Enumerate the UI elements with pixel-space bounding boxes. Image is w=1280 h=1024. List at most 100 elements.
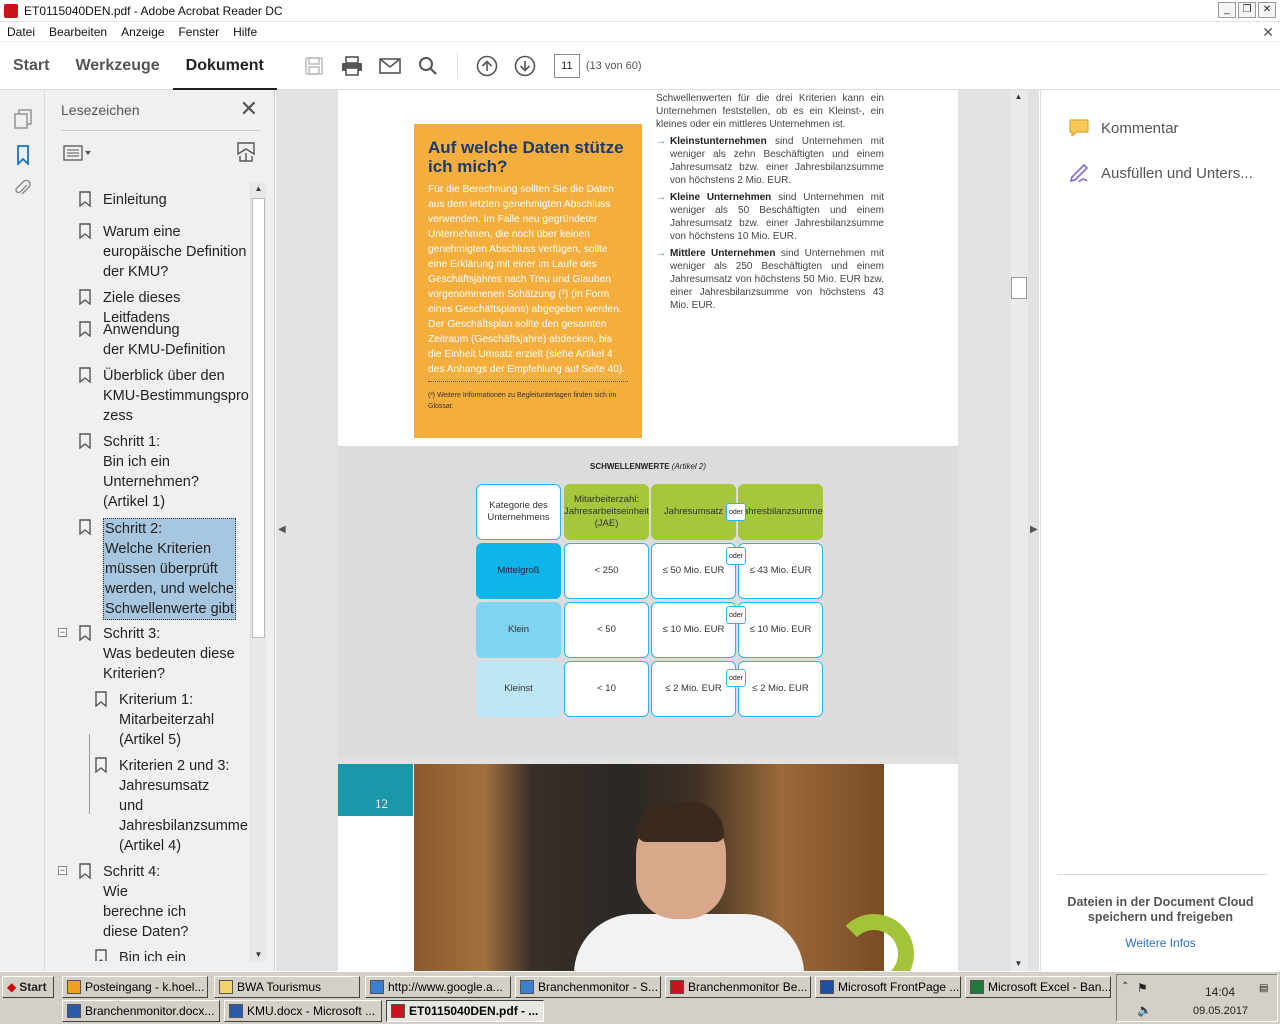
scroll-up-arrow-icon[interactable]: ▲	[252, 182, 265, 196]
menu-datei[interactable]: Datei	[0, 25, 42, 39]
tray-expand-icon[interactable]: ⌃	[1121, 981, 1129, 992]
scroll-thumb[interactable]	[1011, 277, 1027, 299]
bookmark-item[interactable]: Kriterien 2 und 3: Jahresumsatz und Jahr…	[95, 756, 248, 856]
intro-text: Schwellenwerten für die drei Kriterien k…	[656, 93, 884, 130]
bookmark-item[interactable]: Anwendung der KMU-Definition	[79, 320, 226, 360]
scroll-thumb[interactable]	[252, 198, 265, 638]
info-box: Auf welche Daten stütze ich mich? Für di…	[414, 124, 642, 438]
menu-anzeige[interactable]: Anzeige	[114, 25, 171, 39]
category-term: Kleinstunternehmen	[670, 136, 767, 147]
word-icon	[67, 1004, 81, 1018]
volume-icon[interactable]: 🔈	[1137, 1003, 1152, 1017]
taskbar-folder[interactable]: BWA Tourismus	[214, 976, 360, 998]
toolbar-divider	[456, 52, 458, 79]
taskbar-word-2[interactable]: KMU.docx - Microsoft ...	[224, 1000, 382, 1022]
row-turnover: ≤ 10 Mio. EUR	[651, 602, 736, 658]
collapse-toggle[interactable]: −	[58, 628, 67, 637]
bookmark-label: Schritt 4: Wie berechne ich diese Daten?	[103, 864, 189, 940]
clock-date: 09.05.2017	[1193, 1005, 1249, 1017]
start-button[interactable]: ◆ Start	[2, 976, 54, 998]
folder-icon	[219, 980, 233, 994]
collapse-left-panel-icon[interactable]: ◀	[278, 524, 286, 535]
taskbar-excel[interactable]: Microsoft Excel - Ban...	[965, 976, 1111, 998]
scroll-up-arrow-icon[interactable]: ▲	[1012, 90, 1025, 104]
row-balance: ≤ 10 Mio. EUR	[738, 602, 823, 658]
taskbar-label: http://www.google.a...	[388, 980, 503, 994]
page-number-input[interactable]: 11	[553, 53, 580, 78]
bookmark-item[interactable]: Schritt 3: Was bedeuten diese Kriterien?	[79, 624, 235, 684]
taskbar-label: KMU.docx - Microsoft ...	[247, 1004, 376, 1018]
more-info-link[interactable]: Weitere Infos	[1041, 936, 1280, 950]
flag-icon[interactable]: ⚑	[1137, 981, 1148, 995]
fill-sign-tool[interactable]: Ausfüllen und Unters...	[1067, 161, 1253, 185]
bookmark-label: Warum eine europäische Definition der KM…	[103, 224, 247, 280]
bookmark-item-selected[interactable]: Schritt 2: Welche Kriterien müssen überp…	[79, 518, 236, 620]
taskbar-browser[interactable]: http://www.google.a...	[365, 976, 511, 998]
search-icon[interactable]	[417, 55, 439, 77]
tab-dokument[interactable]: Dokument	[172, 42, 277, 90]
tab-werkzeuge[interactable]: Werkzeuge	[62, 42, 172, 90]
bookmark-item[interactable]: Schritt 4: Wie berechne ich diese Daten?	[79, 862, 188, 942]
scroll-down-arrow-icon[interactable]: ▼	[1012, 957, 1025, 971]
row-category: Kleinst	[476, 661, 561, 717]
bookmark-icon[interactable]	[12, 144, 34, 166]
taskbar-label: Branchenmonitor - S...	[538, 980, 659, 994]
row-staff: < 250	[564, 543, 649, 599]
mail-icon[interactable]	[379, 55, 401, 77]
menu-bearbeiten[interactable]: Bearbeiten	[42, 25, 114, 39]
close-button[interactable]: ✕	[1258, 2, 1276, 18]
toolbar: Start Werkzeuge Dokument 11 (13 von 60)	[0, 42, 1280, 90]
taskbar-outlook[interactable]: Posteingang - k.hoel...	[62, 976, 208, 998]
bookmark-item[interactable]: Schritt 1: Bin ich ein Unternehmen? (Art…	[79, 432, 199, 512]
document-scrollbar[interactable]: ▲ ▼	[1010, 90, 1028, 971]
taskbar-word-1[interactable]: Branchenmonitor.docx...	[62, 1000, 220, 1022]
page-thumbnails-icon[interactable]	[12, 108, 34, 130]
comment-tool[interactable]: Kommentar	[1067, 116, 1179, 140]
bookmark-options-icon[interactable]	[63, 144, 93, 162]
row-balance: ≤ 43 Mio. EUR	[738, 543, 823, 599]
arrow-icon: →	[656, 248, 666, 259]
collapse-toggle[interactable]: −	[58, 866, 67, 875]
bookmark-item[interactable]: Einleitung	[79, 190, 167, 210]
menu-fenster[interactable]: Fenster	[171, 25, 226, 39]
bookmark-item[interactable]: Bin ich ein	[95, 948, 186, 961]
fill-sign-label: Ausfüllen und Unters...	[1101, 164, 1253, 182]
taskbar-label: Posteingang - k.hoel...	[85, 980, 205, 994]
taskbar-ie[interactable]: Branchenmonitor - S...	[515, 976, 661, 998]
previous-page-icon[interactable]	[476, 55, 498, 77]
bookmark-icon	[79, 321, 91, 337]
row-category: Klein	[476, 602, 561, 658]
expand-bookmark-icon[interactable]	[234, 140, 258, 164]
save-icon[interactable]	[303, 55, 325, 77]
chef-photo	[414, 764, 914, 971]
scroll-down-arrow-icon[interactable]: ▼	[252, 948, 265, 962]
bookmarks-scrollbar[interactable]: ▲ ▼	[250, 182, 266, 962]
bookmark-item[interactable]: Warum eine europäische Definition der KM…	[79, 222, 246, 282]
bookmark-item[interactable]: Kriterium 1: Mitarbeiterzahl (Artikel 5)	[95, 690, 214, 750]
acrobat-icon	[670, 980, 684, 994]
attachment-icon[interactable]	[12, 178, 34, 200]
print-icon[interactable]	[341, 55, 363, 77]
bookmark-icon	[79, 367, 91, 383]
bookmark-icon	[95, 949, 107, 961]
next-page-icon[interactable]	[514, 55, 536, 77]
expand-right-panel-icon[interactable]: ▶	[1030, 524, 1038, 535]
acrobat-icon	[391, 1004, 405, 1018]
document-viewport[interactable]: ◀ ▶ Auf welche Daten stütze ich mich? Fü…	[276, 90, 1039, 971]
taskbar-frontpage[interactable]: Microsoft FrontPage ...	[815, 976, 961, 998]
header-balance: Jahresbilanzsumme	[738, 484, 823, 540]
tab-start[interactable]: Start	[0, 42, 62, 90]
minimize-button[interactable]: _	[1218, 2, 1236, 18]
windows-logo-icon: ◆	[7, 980, 17, 994]
taskbar-acrobat-active[interactable]: ET0115040DEN.pdf - ...	[386, 1000, 544, 1022]
bookmark-item[interactable]: Überblick über den KMU-Bestimmungspro ze…	[79, 366, 249, 426]
close-panel-icon[interactable]: ✕	[240, 98, 258, 120]
restore-button[interactable]: ❐	[1238, 2, 1256, 18]
network-icon[interactable]: ▤	[1259, 983, 1268, 994]
page-number-label: 12	[375, 796, 388, 811]
menu-hilfe[interactable]: Hilfe	[226, 25, 264, 39]
bookmark-label: Kriterien 2 und 3: Jahresumsatz und Jahr…	[119, 758, 248, 854]
pdf-page: Auf welche Daten stütze ich mich? Für di…	[338, 90, 958, 757]
taskbar-acrobat-2[interactable]: Branchenmonitor Be...	[665, 976, 811, 998]
close-document-icon[interactable]: ✕	[1262, 24, 1274, 41]
